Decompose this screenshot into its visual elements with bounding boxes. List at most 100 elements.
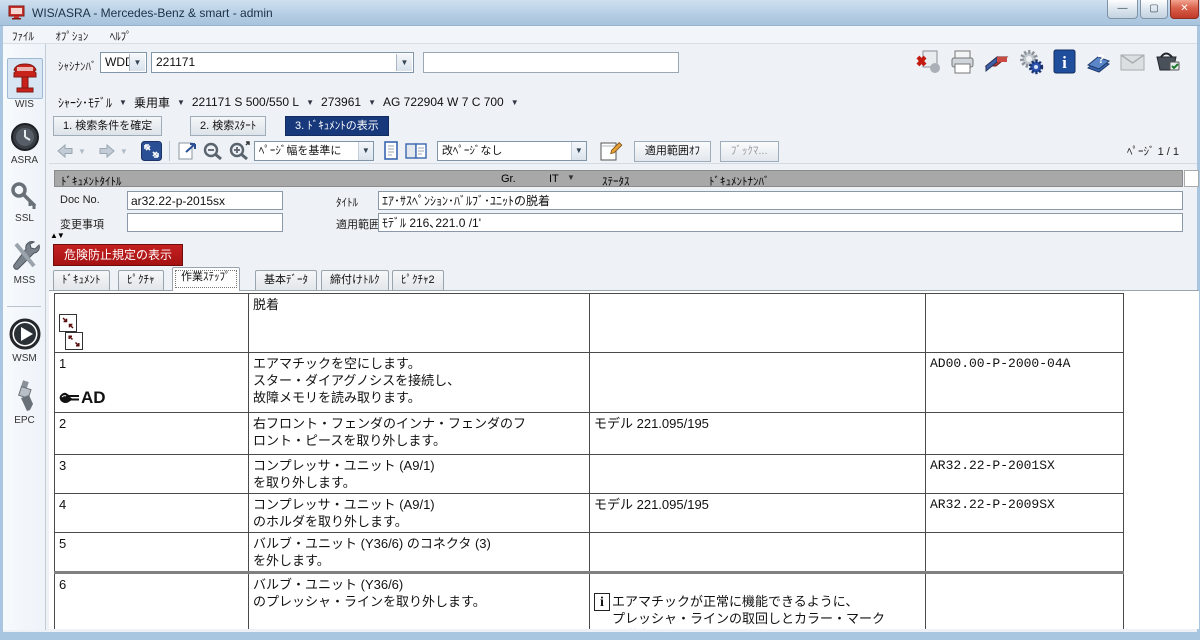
sidebar-label-epc: EPC	[4, 415, 45, 426]
step-row-3[interactable]: 3 コンプレッサ・ユニット (A9/1) を取り外します。 AR32.22-P-…	[55, 455, 1124, 494]
col-doc-number[interactable]: ﾄﾞｷｭﾒﾝﾄﾅﾝﾊﾞ	[709, 173, 770, 189]
sidebar-item-mss[interactable]: MSS	[4, 240, 45, 286]
chevron-down-icon[interactable]: ▼	[119, 98, 127, 107]
step-row-2[interactable]: 2 右フロント・フェンダのインナ・フェンダのフ ロント・ピースを取り外します。 …	[55, 413, 1124, 455]
maximize-icon: ▢	[1149, 3, 1158, 14]
tab-picture[interactable]: ﾋﾟｸﾁｬ	[118, 270, 164, 290]
basket-icon[interactable]	[1153, 49, 1180, 75]
model-value[interactable]: 221171 S 500/550 L	[192, 95, 299, 109]
step-row-4[interactable]: 4 コンプレッサ・ユニット (A9/1) のホルダを取り外します。 モデル 22…	[55, 494, 1124, 533]
step-doc-number[interactable]: AR32.22-P-2009SX	[926, 494, 1124, 533]
sidebar-item-ssl[interactable]: SSL	[4, 182, 45, 224]
scope-input[interactable]	[378, 213, 1183, 232]
col-gr[interactable]: Gr.	[501, 173, 516, 185]
eraser-icon[interactable]	[983, 49, 1010, 75]
splitter-handle[interactable]: ▲▼	[50, 231, 64, 240]
tab-search-criteria[interactable]: 1. 検索条件を確定	[53, 116, 162, 136]
transmission-value[interactable]: AG 722904 W 7 C 700	[383, 95, 504, 109]
col-document-title[interactable]: ﾄﾞｷｭﾒﾝﾄﾀｲﾄﾙ	[61, 173, 122, 189]
close-button[interactable]: ✕	[1170, 0, 1199, 19]
col-it[interactable]: IT	[549, 173, 559, 185]
tab-document[interactable]: ﾄﾞｷｭﾒﾝﾄ	[53, 270, 110, 290]
vehicle-type-value[interactable]: 乗用車	[134, 94, 170, 111]
notes-icon[interactable]	[598, 140, 623, 162]
change-input[interactable]	[127, 213, 283, 232]
tab-search-start[interactable]: 2. 検索ｽﾀｰﾄ	[190, 116, 266, 136]
info-icon[interactable]: i	[1051, 49, 1078, 75]
step-row-1[interactable]: 1 AD エアマチックを空にします。 スター・ダイアグノシスを接続し、 故障メモ…	[55, 353, 1124, 413]
step-model: モデル 221.095/195	[590, 494, 926, 533]
menu-file[interactable]: ﾌｧｲﾙ	[3, 26, 43, 44]
chevron-down-icon[interactable]: ▼	[571, 142, 586, 160]
step-description: コンプレッサ・ユニット (A9/1) のホルダを取り外します。	[249, 494, 590, 533]
chevron-down-icon[interactable]: ▼	[306, 98, 314, 107]
chevron-down-icon[interactable]: ▼	[129, 54, 145, 71]
step-description: コンプレッサ・ユニット (A9/1) を取り外します。	[249, 455, 590, 494]
tab-document-view[interactable]: 3. ﾄﾞｷｭﾒﾝﾄの表示	[285, 116, 389, 136]
secondary-vin-field[interactable]	[423, 52, 679, 73]
step-model	[590, 455, 926, 494]
step-number: 2	[55, 413, 249, 455]
scope-toggle-button[interactable]: 適用範囲ｵﾌ	[634, 141, 711, 162]
tab-torque[interactable]: 締付けﾄﾙｸ	[321, 270, 389, 290]
forward-history-chevron-icon[interactable]: ▼	[120, 147, 128, 156]
hazard-rules-button[interactable]: 危険防止規定の表示	[53, 244, 183, 266]
step-number: 6	[55, 573, 249, 629]
chassis-model-label[interactable]: ｼｬｰｼ･ﾓﾃﾞﾙ	[58, 94, 112, 111]
sidebar-item-asra[interactable]: ASRA	[4, 122, 45, 166]
minimize-button[interactable]: —	[1107, 0, 1138, 19]
chevron-down-icon[interactable]: ▼	[511, 98, 519, 107]
sidebar-item-wsm[interactable]: WSM	[4, 318, 45, 364]
back-history-chevron-icon[interactable]: ▼	[78, 147, 86, 156]
vin-combobox[interactable]: 221171 ▼	[151, 52, 414, 73]
tab-work-steps[interactable]: 作業ｽﾃｯﾌﾟ	[172, 267, 240, 291]
collapse-all-icon[interactable]	[59, 314, 77, 332]
sidebar-item-epc[interactable]: EPC	[4, 380, 45, 426]
two-page-icon[interactable]	[404, 141, 428, 161]
zoom-mode-combobox[interactable]: ﾍﾟｰｼﾞ幅を基準に ▼	[254, 141, 374, 161]
menu-help[interactable]: ﾍﾙﾌﾟ	[101, 26, 141, 44]
chevron-down-icon[interactable]: ▼	[358, 142, 373, 160]
step-row-5[interactable]: 5 バルブ・ユニット (Y36/6) のコネクタ (3) を外します。	[55, 533, 1124, 573]
chassis-number-label: ｼｬｼﾅﾝﾊﾞ	[58, 58, 97, 74]
chevron-down-icon[interactable]: ▼	[177, 98, 185, 107]
settings-gears-icon[interactable]	[1017, 49, 1044, 75]
single-page-icon[interactable]	[381, 141, 401, 161]
step-row-6[interactable]: 6 バルブ・ユニット (Y36/6) のプレッシャ・ラインを取り外します。 i …	[55, 573, 1124, 629]
help-book-icon[interactable]: ?	[1085, 49, 1112, 75]
key-icon	[11, 182, 39, 210]
zoom-in-icon[interactable]	[228, 141, 251, 161]
engine-value[interactable]: 273961	[321, 95, 361, 109]
menu-options[interactable]: ｵﾌﾟｼｮﾝ	[46, 26, 97, 44]
step-description: エアマチックを空にします。 スター・ダイアグノシスを接続し、 故障メモリを読み取…	[249, 353, 590, 413]
forward-icon[interactable]	[97, 143, 117, 159]
doc-no-input[interactable]	[127, 191, 283, 210]
sidebar-item-wis[interactable]: WIS	[4, 58, 45, 110]
tab-basic-data[interactable]: 基本ﾃﾞｰﾀ	[255, 270, 317, 290]
fit-window-icon[interactable]	[141, 141, 162, 161]
chevron-down-icon[interactable]: ▼	[396, 54, 412, 71]
print-icon[interactable]	[949, 49, 976, 75]
mail-icon[interactable]	[1119, 49, 1146, 75]
bookmark-button[interactable]: ﾌﾞｯｸﾏ...	[720, 141, 779, 162]
title-input[interactable]	[378, 191, 1183, 210]
page-break-combobox[interactable]: 改ﾍﾟｰｼﾞなし ▼	[437, 141, 587, 161]
step-doc-number[interactable]: AD00.00-P-2000-04A	[926, 353, 1124, 413]
zoom-out-icon[interactable]	[202, 141, 225, 161]
col-status[interactable]: ｽﾃｰﾀｽ	[602, 173, 630, 189]
step-doc-number[interactable]	[926, 533, 1124, 573]
maximize-button[interactable]: ▢	[1140, 0, 1168, 19]
cancel-print-icon[interactable]	[915, 49, 942, 75]
header-right-cell	[1184, 170, 1199, 187]
back-icon[interactable]	[55, 143, 75, 159]
step-doc-number[interactable]	[926, 413, 1124, 455]
fit-page-icon[interactable]	[177, 141, 199, 161]
step-doc-number[interactable]: AR32.22-P-2001SX	[926, 455, 1124, 494]
sidebar-separator	[7, 306, 41, 307]
step-description: バルブ・ユニット (Y36/6) のプレッシャ・ラインを取り外します。	[249, 573, 590, 629]
tab-picture2[interactable]: ﾋﾟｸﾁｬ2	[392, 270, 444, 290]
chevron-down-icon[interactable]: ▼	[368, 98, 376, 107]
wmi-combobox[interactable]: WDD ▼	[100, 52, 147, 73]
sort-chevron-icon[interactable]: ▼	[567, 173, 575, 182]
expand-all-icon[interactable]	[65, 332, 83, 350]
